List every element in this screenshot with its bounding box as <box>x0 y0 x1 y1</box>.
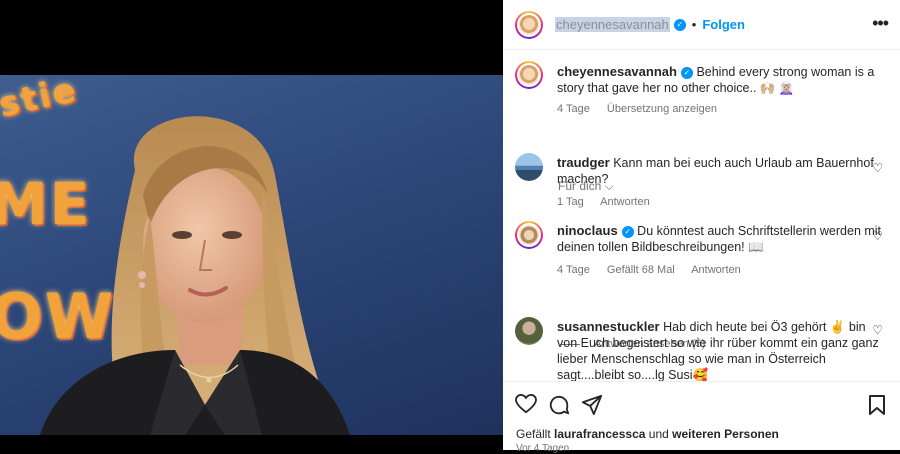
comment-time[interactable]: 4 Tage <box>557 264 590 276</box>
woman-figure <box>40 116 350 435</box>
comment-bubble-icon[interactable] <box>548 394 570 416</box>
post-time: Vor 4 Tagen <box>516 443 570 454</box>
comment-likes[interactable]: Gefällt 68 Mal <box>607 264 675 276</box>
reply-button[interactable]: Antworten <box>691 264 741 276</box>
like-comment-heart-icon[interactable]: ♡ <box>872 229 883 243</box>
author-avatar[interactable] <box>515 10 543 39</box>
follow-button[interactable]: Folgen <box>702 17 745 32</box>
verified-badge-icon: ✓ <box>673 18 686 31</box>
caption-avatar[interactable] <box>519 65 539 85</box>
likes-others-link[interactable]: weiteren Personen <box>672 427 779 441</box>
likes-prefix: Gefällt <box>516 427 551 441</box>
comment-time[interactable]: 1 Tag <box>557 196 584 208</box>
commenter-avatar[interactable] <box>515 317 543 345</box>
likes-user-link[interactable]: laurafrancessca <box>554 427 645 441</box>
header-username[interactable]: cheyennesavannah <box>555 17 670 32</box>
like-comment-heart-icon[interactable]: ♡ <box>872 161 883 175</box>
more-options-icon[interactable]: ••• <box>872 14 889 32</box>
save-bookmark-icon[interactable] <box>868 394 886 416</box>
comment-username[interactable]: ninoclaus <box>557 223 618 238</box>
like-comment-heart-icon[interactable]: ♡ <box>872 323 883 337</box>
post-side-panel: cheyennesavannah ✓ • Folgen ••• cheyenne… <box>503 0 900 454</box>
post-actions-bar <box>503 381 900 422</box>
post-media[interactable]: istie ME OW <box>0 0 503 450</box>
verified-badge-icon: ✓ <box>621 225 634 238</box>
comments-list[interactable]: cheyennesavannah ✓ Behind every strong wo… <box>503 51 900 381</box>
likes-summary[interactable]: Gefällt laurafrancessca und weiteren Per… <box>516 427 779 441</box>
commenter-avatar[interactable] <box>515 153 543 181</box>
caption-time[interactable]: 4 Tage <box>557 103 590 115</box>
caption-username[interactable]: cheyennesavannah <box>557 64 677 79</box>
comment-username[interactable]: susannestuckler <box>557 319 660 334</box>
share-paper-plane-icon[interactable] <box>581 394 603 416</box>
post-header: cheyennesavannah ✓ • Folgen ••• <box>503 0 900 50</box>
reply-button[interactable]: Antworten <box>600 196 650 208</box>
comment-username[interactable]: traudger <box>557 155 610 170</box>
post-photo: istie ME OW <box>0 75 503 435</box>
like-heart-icon[interactable] <box>515 394 537 414</box>
verified-badge-icon: ✓ <box>680 66 693 79</box>
likes-middle: und <box>648 427 669 441</box>
commenter-avatar[interactable] <box>519 225 539 245</box>
separator-dot: • <box>691 17 697 32</box>
translate-link[interactable]: Übersetzung anzeigen <box>607 103 717 115</box>
